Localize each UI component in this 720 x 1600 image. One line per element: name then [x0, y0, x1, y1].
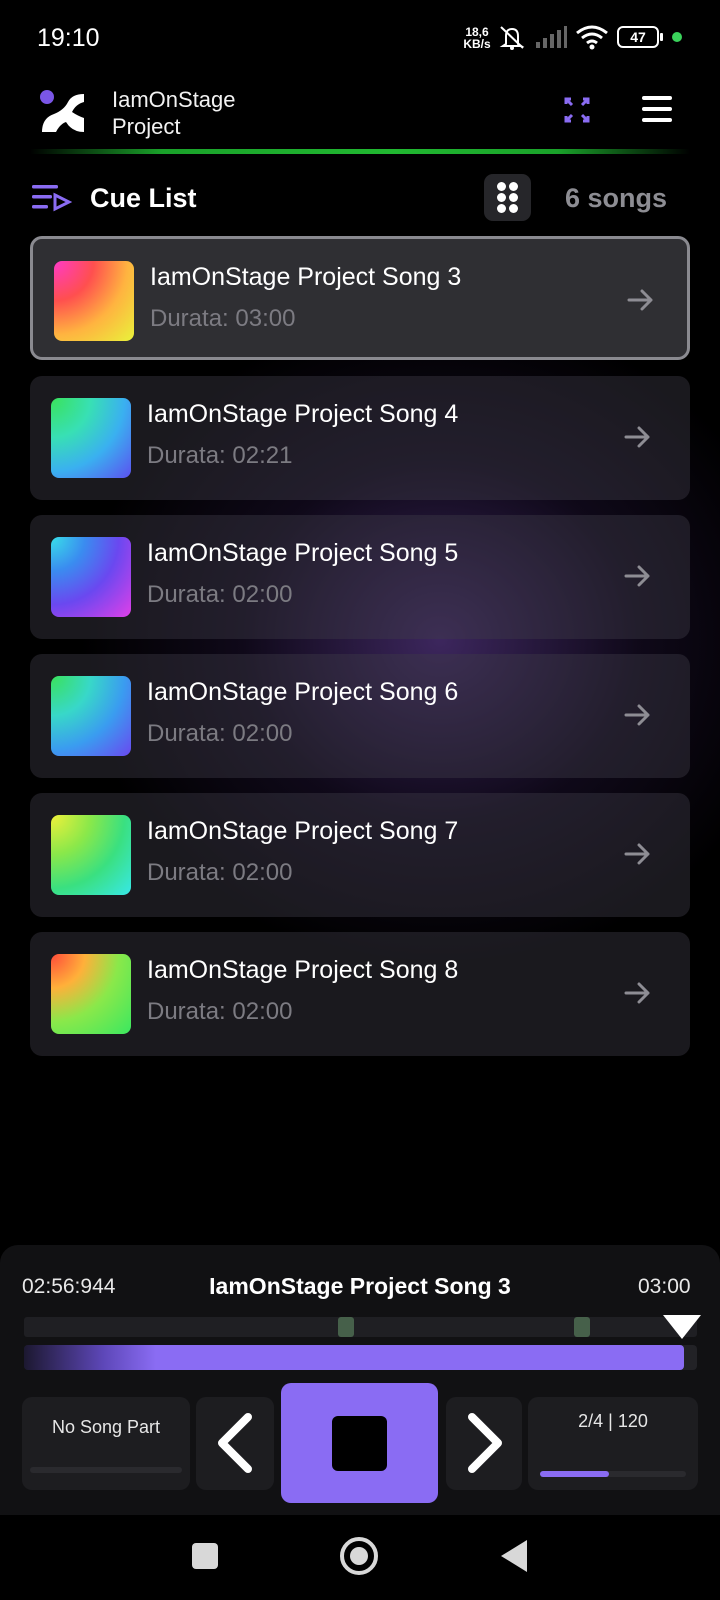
song-artwork — [51, 398, 131, 478]
arrow-right-icon — [627, 289, 653, 311]
app-logo — [40, 90, 84, 132]
expand-icon[interactable] — [562, 95, 592, 125]
song-part-label: No Song Part — [51, 1417, 161, 1437]
song-title: IamOnStage Project Song 3 — [150, 263, 462, 291]
status-bar: 19:10 18,6 KB/s 47 — [0, 0, 720, 78]
home-icon[interactable] — [340, 1537, 378, 1575]
arrow-right-icon — [624, 982, 650, 1004]
stop-icon — [332, 1416, 387, 1471]
battery-icon: 47 — [617, 26, 659, 48]
network-speed-unit: KB/s — [463, 37, 491, 51]
network-speed: 18,6 KB/s — [460, 26, 494, 50]
app-title-line1: IamOnStage — [112, 87, 236, 112]
mute-icon — [499, 26, 525, 50]
battery-nub — [660, 33, 663, 41]
grid-dot-icon — [497, 193, 506, 202]
navigation-bar — [0, 1515, 720, 1600]
song-artwork — [51, 537, 131, 617]
previous-button[interactable] — [196, 1397, 274, 1490]
song-artwork — [51, 954, 131, 1034]
back-icon[interactable] — [501, 1540, 527, 1572]
song-item[interactable]: IamOnStage Project Song 7 Durata: 02:00 — [30, 793, 690, 917]
signal-icon — [536, 26, 567, 48]
song-duration: Durata: 02:21 — [147, 442, 293, 469]
song-title: IamOnStage Project Song 6 — [147, 678, 459, 706]
song-title: IamOnStage Project Song 8 — [147, 956, 459, 984]
recent-apps-icon[interactable] — [192, 1543, 218, 1569]
player-panel: 02:56:944 IamOnStage Project Song 3 03:0… — [0, 1245, 720, 1515]
tempo-label: 2/4 | 120 — [578, 1411, 648, 1431]
app-title: IamOnStage Project — [112, 86, 236, 140]
grid-dot-icon — [497, 182, 506, 191]
song-item[interactable]: IamOnStage Project Song 6 Durata: 02:00 — [30, 654, 690, 778]
song-part-button[interactable]: No Song Part — [22, 1397, 190, 1490]
song-artwork — [51, 815, 131, 895]
song-duration: Durata: 02:00 — [147, 581, 293, 608]
header-divider — [30, 149, 690, 154]
tempo-button[interactable]: 2/4 | 120 — [528, 1397, 698, 1490]
status-time: 19:10 — [37, 24, 100, 52]
marker-track[interactable] — [24, 1317, 697, 1337]
grid-dot-icon — [509, 182, 518, 191]
arrow-right-icon — [624, 426, 650, 448]
song-item[interactable]: IamOnStage Project Song 3 Durata: 03:00 — [30, 236, 690, 360]
song-count: 6 songs — [565, 183, 668, 213]
next-button[interactable] — [446, 1397, 522, 1490]
total-time: 03:00 — [638, 1275, 691, 1298]
menu-icon[interactable] — [640, 94, 674, 124]
song-artwork — [51, 676, 131, 756]
app-header: IamOnStage Project — [0, 78, 720, 158]
song-part-bar — [30, 1467, 182, 1473]
cue-list-title: Cue List — [90, 183, 197, 213]
grid-dot-icon — [509, 193, 518, 202]
grid-view-button[interactable] — [484, 174, 531, 221]
privacy-indicator-dot — [672, 32, 682, 42]
stop-button[interactable] — [281, 1383, 438, 1503]
playhead-icon[interactable] — [663, 1315, 701, 1339]
tempo-fill — [540, 1471, 609, 1477]
cue-marker[interactable] — [574, 1317, 590, 1337]
arrow-right-icon — [624, 704, 650, 726]
home-icon-dot — [350, 1547, 368, 1565]
song-title: IamOnStage Project Song 5 — [147, 539, 459, 567]
song-duration: Durata: 02:00 — [147, 859, 293, 886]
grid-dot-icon — [497, 204, 506, 213]
cue-list-header: Cue List 6 songs — [0, 170, 720, 230]
grid-dot-icon — [509, 204, 518, 213]
arrow-right-icon — [624, 565, 650, 587]
song-title: IamOnStage Project Song 7 — [147, 817, 459, 845]
song-item[interactable]: IamOnStage Project Song 8 Durata: 02:00 — [30, 932, 690, 1056]
chevron-right-icon — [468, 1413, 502, 1473]
song-item[interactable]: IamOnStage Project Song 4 Durata: 02:21 — [30, 376, 690, 500]
app-title-line2: Project — [112, 114, 181, 139]
wifi-icon — [576, 25, 608, 50]
song-title: IamOnStage Project Song 4 — [147, 400, 459, 428]
progress-fill — [24, 1345, 684, 1370]
chevron-left-icon — [218, 1413, 252, 1473]
cue-marker[interactable] — [338, 1317, 354, 1337]
now-playing-title: IamOnStage Project Song 3 — [209, 1273, 511, 1299]
arrow-right-icon — [624, 843, 650, 865]
playlist-icon — [32, 185, 72, 212]
song-duration: Durata: 02:00 — [147, 998, 293, 1025]
song-duration: Durata: 03:00 — [150, 305, 296, 332]
song-artwork — [54, 261, 134, 341]
song-item[interactable]: IamOnStage Project Song 5 Durata: 02:00 — [30, 515, 690, 639]
song-duration: Durata: 02:00 — [147, 720, 293, 747]
